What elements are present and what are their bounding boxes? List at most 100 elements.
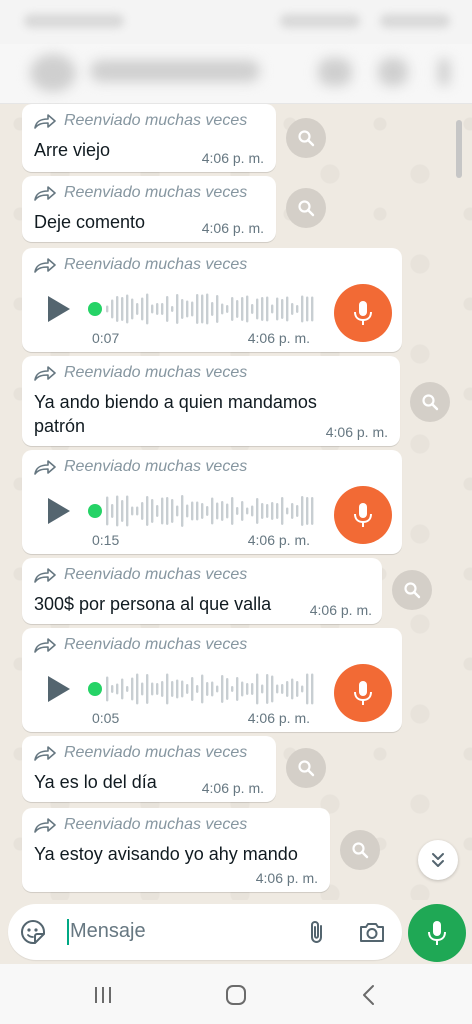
voice-duration: 0:05 bbox=[92, 710, 120, 726]
waveform-bar bbox=[106, 496, 109, 526]
waveform-bar bbox=[231, 497, 234, 525]
message-time: 4:06 p. m. bbox=[247, 532, 310, 548]
search-button[interactable] bbox=[286, 748, 326, 788]
waveform-bar bbox=[111, 685, 114, 693]
text-caret bbox=[67, 919, 69, 945]
voice-duration: 0:07 bbox=[92, 330, 120, 346]
waveform-bar bbox=[301, 295, 304, 323]
recents-icon[interactable] bbox=[90, 982, 116, 1008]
message-time: 4:06 p. m. bbox=[309, 602, 372, 618]
sticker-icon[interactable] bbox=[20, 919, 46, 945]
search-button[interactable] bbox=[410, 382, 450, 422]
chat-header bbox=[0, 44, 472, 104]
waveform-bar bbox=[221, 303, 224, 315]
waveform-bar bbox=[206, 506, 209, 516]
waveform-bar bbox=[246, 295, 249, 323]
voice-message[interactable]: Reenviado muchas veces 0:15 4:06 p. m. bbox=[22, 450, 402, 554]
search-button[interactable] bbox=[286, 118, 326, 158]
waveform-bar bbox=[266, 504, 269, 518]
waveform-bar bbox=[201, 503, 204, 519]
forward-arrow-icon bbox=[34, 366, 56, 381]
video-call-icon[interactable] bbox=[318, 58, 352, 86]
avatar[interactable] bbox=[30, 54, 76, 92]
waveform-bar bbox=[116, 296, 119, 322]
waveform-bar bbox=[266, 674, 269, 704]
waveform-bar bbox=[251, 304, 254, 314]
waveform[interactable] bbox=[106, 494, 316, 528]
back-icon[interactable] bbox=[356, 982, 382, 1008]
search-button[interactable] bbox=[286, 188, 326, 228]
playback-position-handle[interactable] bbox=[88, 682, 102, 696]
playback-position-handle[interactable] bbox=[88, 302, 102, 316]
waveform-bar bbox=[201, 294, 204, 324]
waveform-bar bbox=[201, 674, 204, 704]
waveform-bar bbox=[261, 684, 264, 694]
forwarded-label: Reenviado muchas veces bbox=[64, 816, 248, 833]
record-voice-button[interactable] bbox=[408, 904, 466, 962]
camera-icon[interactable] bbox=[358, 919, 386, 945]
forwarded-label: Reenviado muchas veces bbox=[64, 256, 248, 273]
waveform-bar bbox=[196, 294, 199, 324]
waveform-bar bbox=[236, 677, 239, 701]
waveform-bar bbox=[116, 495, 119, 527]
waveform-bar bbox=[151, 304, 154, 314]
forwarded-label: Reenviado muchas veces bbox=[64, 636, 248, 653]
waveform-bar bbox=[136, 303, 139, 315]
waveform[interactable] bbox=[106, 292, 316, 326]
waveform-bar bbox=[266, 296, 269, 322]
waveform-bar bbox=[146, 496, 149, 526]
waveform-bar bbox=[116, 683, 119, 695]
microphone-icon bbox=[428, 921, 446, 945]
waveform-bar bbox=[156, 505, 159, 517]
waveform-bar bbox=[181, 299, 184, 319]
message-bubble[interactable]: Reenviado muchas veces Ya es lo del día … bbox=[22, 736, 276, 802]
message-bubble[interactable]: Reenviado muchas veces Arre viejo 4:06 p… bbox=[22, 104, 276, 172]
waveform-bar bbox=[106, 676, 109, 702]
scroll-to-bottom-button[interactable] bbox=[418, 840, 458, 880]
waveform-bar bbox=[291, 678, 294, 700]
waveform-bar bbox=[276, 297, 279, 321]
home-icon[interactable] bbox=[223, 982, 249, 1008]
paperclip-icon[interactable] bbox=[304, 919, 330, 945]
waveform-bar bbox=[216, 502, 219, 520]
playback-position-handle[interactable] bbox=[88, 504, 102, 518]
message-bubble[interactable]: Reenviado muchas veces Deje comento 4:06… bbox=[22, 176, 276, 242]
voice-message[interactable]: Reenviado muchas veces 0:07 4:06 p. m. bbox=[22, 248, 402, 352]
voice-call-icon[interactable] bbox=[378, 58, 408, 86]
message-bubble[interactable]: Reenviado muchas veces 300$ por persona … bbox=[22, 558, 382, 624]
waveform-bar bbox=[171, 681, 174, 697]
voice-message[interactable]: Reenviado muchas veces 0:05 4:06 p. m. bbox=[22, 628, 402, 732]
play-icon[interactable] bbox=[48, 498, 70, 524]
menu-icon[interactable] bbox=[438, 58, 450, 86]
message-text: Ya ando biendo a quien mandamos patrón bbox=[34, 392, 317, 436]
waveform-bar bbox=[186, 684, 189, 694]
waveform-bar bbox=[131, 677, 134, 701]
play-icon[interactable] bbox=[48, 296, 70, 322]
waveform-bar bbox=[126, 495, 129, 527]
message-input-container[interactable]: Mensaje bbox=[8, 904, 402, 960]
contact-name[interactable] bbox=[90, 60, 260, 82]
scrollbar[interactable] bbox=[456, 120, 462, 178]
waveform-bar bbox=[291, 303, 294, 315]
search-button[interactable] bbox=[340, 830, 380, 870]
play-icon[interactable] bbox=[48, 676, 70, 702]
waveform-bar bbox=[141, 297, 144, 321]
status-bar bbox=[0, 0, 472, 44]
waveform-bar bbox=[106, 305, 109, 313]
waveform[interactable] bbox=[106, 672, 316, 706]
waveform-bar bbox=[146, 293, 149, 325]
waveform-bar bbox=[166, 673, 169, 705]
forwarded-label: Reenviado muchas veces bbox=[64, 744, 248, 761]
search-button[interactable] bbox=[392, 570, 432, 610]
search-icon bbox=[352, 842, 369, 859]
chat-area[interactable]: Reenviado muchas veces Arre viejo 4:06 p… bbox=[0, 104, 472, 900]
microphone-icon bbox=[354, 503, 372, 527]
waveform-bar bbox=[131, 506, 134, 516]
waveform-bar bbox=[176, 679, 179, 699]
message-input[interactable]: Mensaje bbox=[70, 920, 146, 943]
forwarded-label: Reenviado muchas veces bbox=[64, 364, 248, 381]
waveform-bar bbox=[311, 673, 314, 705]
forward-arrow-icon bbox=[34, 818, 56, 833]
message-bubble[interactable]: Reenviado muchas veces Ya estoy avisando… bbox=[22, 808, 330, 892]
message-bubble[interactable]: Reenviado muchas veces Ya ando biendo a … bbox=[22, 356, 400, 446]
